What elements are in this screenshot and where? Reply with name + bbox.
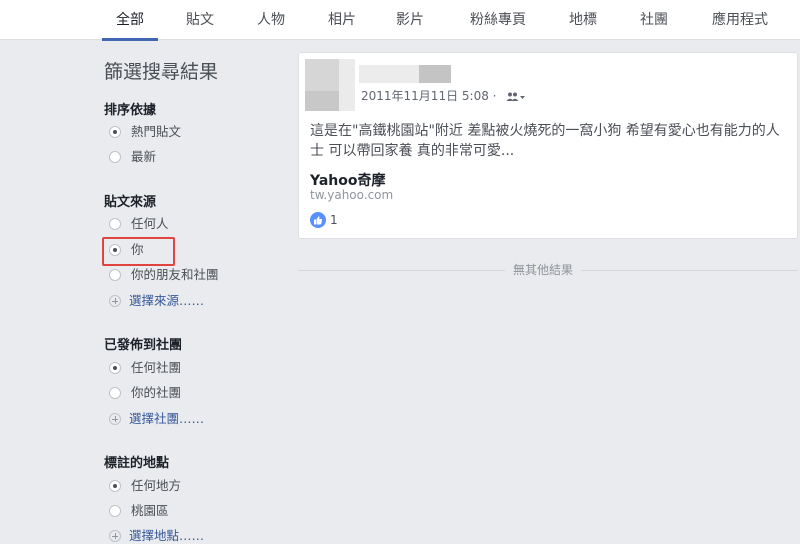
tab-pages[interactable]: 粉絲專頁 (458, 0, 538, 40)
radio-icon (109, 151, 121, 163)
filters-title: 篩選搜尋結果 (104, 61, 219, 83)
group-option-any[interactable]: 任何社團 (109, 359, 181, 377)
post-text: 這是在"高鐵桃園站"附近 差點被火燒死的一窩小狗 希望有愛心也有能力的人士 可以… (310, 123, 780, 159)
highlight-box (102, 237, 175, 266)
option-label: 桃園區 (131, 503, 169, 518)
tab-all[interactable]: 全部 (102, 0, 158, 41)
choose-source-label: 選擇來源…… (129, 293, 205, 308)
choose-location-label: 選擇地點…… (129, 528, 205, 543)
no-more-results: 無其他結果 (505, 261, 582, 278)
sort-heading: 排序依據 (104, 103, 157, 118)
option-label: 任何社團 (131, 360, 182, 375)
radio-selected-icon (109, 480, 121, 492)
option-label: 你的朋友和社團 (131, 267, 219, 282)
option-label: 最新 (131, 149, 157, 164)
post-card: 2011年11月11日 5:08 · 這是在"高鐵桃園站"附近 差點被火燒死的一… (298, 52, 798, 239)
radio-selected-icon (109, 362, 121, 374)
source-heading: 貼文來源 (104, 195, 157, 210)
plus-icon (109, 530, 121, 542)
group-heading: 已發佈到社團 (104, 338, 183, 353)
tab-apps[interactable]: 應用程式 (700, 0, 780, 40)
radio-selected-icon (109, 126, 121, 138)
plus-icon (109, 413, 121, 425)
option-label: 任何人 (131, 216, 169, 231)
tab-photos[interactable]: 相片 (316, 0, 368, 40)
source-option-anyone[interactable]: 任何人 (109, 215, 169, 233)
plus-icon (109, 295, 121, 307)
search-tabbar: 全部 貼文 人物 相片 影片 粉絲專頁 地標 社團 應用程式 (0, 0, 800, 41)
option-label: 任何地方 (131, 478, 182, 493)
radio-icon (109, 218, 121, 230)
location-heading: 標註的地點 (104, 456, 170, 471)
tab-people[interactable]: 人物 (245, 0, 297, 40)
source-option-friends-groups[interactable]: 你的朋友和社團 (109, 266, 219, 284)
thumbs-up-icon (310, 212, 326, 228)
location-option-anywhere[interactable]: 任何地方 (109, 477, 181, 495)
like-count[interactable]: 1 (330, 212, 338, 228)
filter-sidebar: 篩選搜尋結果 排序依據 熱門貼文 最新 貼文來源 任何人 你 你的朋友和社團 選… (0, 40, 290, 544)
sort-option-latest[interactable]: 最新 (109, 148, 156, 166)
group-option-yours[interactable]: 你的社團 (109, 384, 181, 402)
choose-group-label: 選擇社團…… (129, 411, 205, 426)
post-meta: 2011年11月11日 5:08 · (361, 87, 526, 105)
link-domain: tw.yahoo.com (310, 188, 394, 202)
tab-groups[interactable]: 社團 (627, 0, 681, 40)
tab-videos[interactable]: 影片 (384, 0, 436, 40)
post-timestamp[interactable]: 2011年11月11日 5:08 · (361, 89, 496, 103)
tab-posts[interactable]: 貼文 (174, 0, 226, 40)
choose-group-link[interactable]: 選擇社團…… (109, 410, 204, 428)
radio-icon (109, 269, 121, 281)
link-title[interactable]: Yahoo奇摩 (310, 170, 386, 190)
location-option-taoyuan[interactable]: 桃園區 (109, 502, 169, 520)
audience-friends-icon[interactable] (506, 91, 526, 105)
option-label: 熱門貼文 (131, 124, 182, 139)
author-name-blurred[interactable] (359, 65, 451, 83)
choose-location-link[interactable]: 選擇地點…… (109, 527, 204, 544)
sort-option-top-posts[interactable]: 熱門貼文 (109, 123, 181, 141)
tab-places[interactable]: 地標 (556, 0, 610, 40)
option-label: 你的社團 (131, 385, 182, 400)
radio-icon (109, 505, 121, 517)
radio-icon (109, 387, 121, 399)
choose-source-link[interactable]: 選擇來源…… (109, 292, 204, 310)
avatar-blur-region (305, 91, 339, 111)
